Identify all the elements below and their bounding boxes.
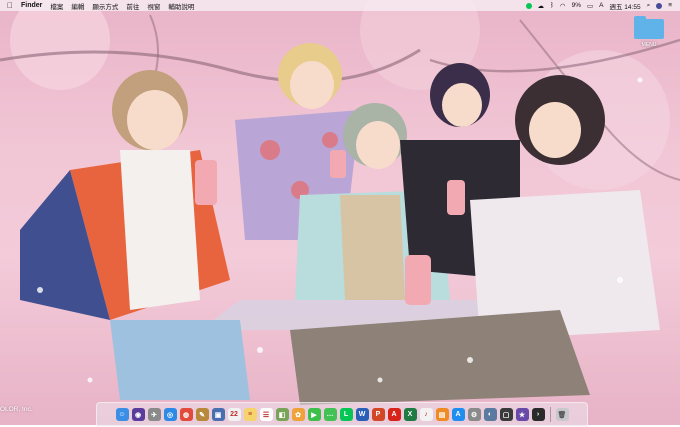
- apple-icon[interactable]: : [7, 1, 13, 10]
- line-status-icon[interactable]: [525, 2, 532, 9]
- dock-photos-preview-icon[interactable]: ▣: [211, 408, 225, 421]
- wifi-icon[interactable]: ◠: [560, 2, 566, 10]
- battery-icon[interactable]: ▭: [587, 2, 593, 10]
- dock-music-icon[interactable]: ♪: [419, 408, 433, 421]
- dock-chrome-icon[interactable]: ◍: [179, 408, 193, 421]
- dock-launchpad-icon[interactable]: ✈: [147, 408, 161, 421]
- dock-app-store-icon[interactable]: A: [451, 408, 465, 421]
- folder-label: MENU: [641, 42, 657, 48]
- dock-trash-icon[interactable]: 🗑: [555, 408, 569, 421]
- dock-terminal-icon[interactable]: ›: [531, 408, 545, 421]
- folder-icon: [634, 16, 664, 39]
- dock-separator: [549, 407, 551, 422]
- menu-go[interactable]: 前往: [126, 1, 139, 11]
- spotlight-icon[interactable]: ⌕: [647, 2, 651, 10]
- menu-file[interactable]: 檔案: [50, 1, 63, 11]
- dock-books-icon[interactable]: ▤: [435, 408, 449, 421]
- bluetooth-icon[interactable]: ᛒ: [550, 2, 554, 9]
- dock-notes-icon[interactable]: ≡: [243, 408, 257, 421]
- input-source[interactable]: A: [599, 2, 603, 9]
- menu-app-name[interactable]: Finder: [21, 2, 42, 9]
- dock-notefile-icon[interactable]: ✎: [195, 408, 209, 421]
- dock-preview-icon[interactable]: ◧: [275, 408, 289, 421]
- menu-edit[interactable]: 編輯: [71, 1, 84, 11]
- wallpaper-credit: OLOR, Inc.: [0, 406, 33, 413]
- dock-siri-icon[interactable]: ◉: [131, 408, 145, 421]
- dock-excel-icon[interactable]: X: [403, 408, 417, 421]
- user-avatar[interactable]: [656, 2, 663, 9]
- dock-network-utility-icon[interactable]: ◐: [483, 408, 497, 421]
- clock[interactable]: 週五 14:55: [609, 1, 640, 11]
- dock-screenshot-icon[interactable]: ▢: [499, 408, 513, 421]
- dock-powerpoint-icon[interactable]: P: [371, 408, 385, 421]
- menu-view[interactable]: 顯示方式: [92, 1, 118, 11]
- menu-bar:  Finder 檔案 編輯 顯示方式 前往 視窗 輔助說明 ☁ ᛒ ◠ 9% …: [0, 0, 680, 11]
- cloud-status-icon[interactable]: ☁: [538, 2, 545, 10]
- dock-calendar-icon[interactable]: 22: [227, 408, 241, 421]
- dock-word-icon[interactable]: W: [355, 408, 369, 421]
- dock-imovie-icon[interactable]: ★: [515, 408, 529, 421]
- dock-reminders-icon[interactable]: ☰: [259, 408, 273, 421]
- dock-line-icon[interactable]: L: [339, 408, 353, 421]
- battery-percentage[interactable]: 9%: [572, 2, 581, 9]
- dock-messages-icon[interactable]: …: [323, 408, 337, 421]
- dock-finder-icon[interactable]: ☺: [115, 408, 129, 421]
- notification-center-icon[interactable]: ≡: [668, 2, 672, 9]
- dock-photos-icon[interactable]: ✿: [291, 408, 305, 421]
- desktop-folder[interactable]: MENU: [634, 16, 664, 59]
- desktop-wallpaper: [0, 0, 680, 425]
- menu-window[interactable]: 視窗: [147, 1, 160, 11]
- dock-system-preferences-icon[interactable]: ⚙: [467, 408, 481, 421]
- dock: ☺ ◉ ✈ ◎ ◍ ✎ ▣ 22 ≡ ☰ ◧ ✿ ▶… L W P A X ♪ ▤ A ⚙ ◐ ▢ ★ › 🗑: [96, 402, 588, 427]
- dock-safari-icon[interactable]: ◎: [163, 408, 177, 421]
- menu-help[interactable]: 輔助說明: [168, 1, 194, 11]
- wallpaper-illustration: [0, 0, 680, 405]
- dock-facetime-icon[interactable]: ▶: [307, 408, 321, 421]
- dock-acrobat-icon[interactable]: A: [387, 408, 401, 421]
